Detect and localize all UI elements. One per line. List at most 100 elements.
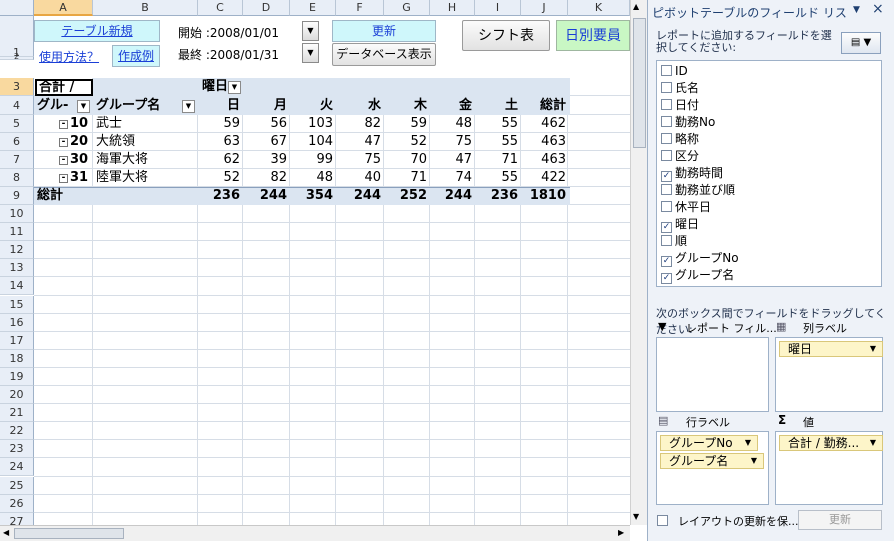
column-header-I[interactable]: I [475, 0, 521, 16]
column-header-J[interactable]: J [521, 0, 568, 16]
column-header-B[interactable]: B [93, 0, 198, 16]
field-item[interactable]: 氏名 [661, 80, 699, 97]
values-area[interactable]: 合計 / 勤務... ▼ [775, 431, 883, 505]
field-item[interactable]: ✓ 勤務時間 [661, 165, 723, 182]
row-header-10[interactable]: 10 [0, 205, 34, 224]
group-no-cell[interactable]: -30 [59, 151, 88, 169]
column-header-F[interactable]: F [336, 0, 384, 16]
row-header-26[interactable]: 26 [0, 494, 34, 513]
column-filter-dropdown[interactable]: ▼ [228, 81, 241, 94]
defer-update-checkbox[interactable] [657, 514, 671, 528]
column-header-D[interactable]: D [243, 0, 290, 16]
scroll-down-icon[interactable]: ▼ [633, 512, 639, 521]
column-labels-area[interactable]: 曜日 ▼ [775, 337, 883, 412]
field-item[interactable]: 勤務並び順 [661, 182, 735, 199]
column-header-H[interactable]: H [430, 0, 475, 16]
column-chip-weekday[interactable]: 曜日 ▼ [779, 341, 883, 357]
pivot-value-header[interactable]: 合計 / [35, 79, 93, 96]
column-header-A[interactable]: A [34, 0, 93, 16]
row-chip-group-name[interactable]: グループ名 ▼ [660, 453, 764, 469]
field-checkbox[interactable] [661, 201, 672, 212]
field-checkbox[interactable] [661, 184, 672, 195]
horizontal-scrollbar[interactable]: ◀ ▶ [0, 525, 630, 541]
scroll-up-icon[interactable]: ▲ [633, 2, 639, 11]
field-checkbox[interactable] [661, 116, 672, 127]
field-checkbox[interactable] [661, 99, 672, 110]
row-header-2[interactable]: 2 [0, 53, 34, 61]
field-item[interactable]: 略称 [661, 131, 699, 148]
row-header-6[interactable]: 6 [0, 133, 34, 151]
row-filter-dropdown-2[interactable]: ▼ [182, 100, 195, 113]
row-labels-area[interactable]: グループNo ▼ グループ名 ▼ [656, 431, 769, 505]
row-header-25[interactable]: 25 [0, 476, 34, 495]
report-filter-area[interactable] [656, 337, 769, 412]
row-header-17[interactable]: 17 [0, 331, 34, 350]
field-item[interactable]: ✓ グループ名 [661, 267, 734, 284]
field-checkbox[interactable]: ✓ [661, 222, 672, 233]
row-header-20[interactable]: 20 [0, 386, 34, 405]
row-header-16[interactable]: 16 [0, 313, 34, 332]
field-checkbox[interactable]: ✓ [661, 273, 672, 284]
scroll-thumb[interactable] [633, 18, 646, 148]
update-button[interactable]: 更新 [332, 20, 436, 42]
example-button[interactable]: 作成例 [112, 45, 160, 67]
end-date-dropdown[interactable]: ▼ [302, 43, 319, 63]
group-no-cell[interactable]: -31 [59, 169, 88, 187]
row-header-15[interactable]: 15 [0, 295, 34, 314]
field-item[interactable]: ✓ グループNo [661, 250, 739, 267]
row-header-18[interactable]: 18 [0, 349, 34, 368]
how-to-link[interactable]: 使用方法？ [39, 48, 99, 65]
column-header-E[interactable]: E [290, 0, 336, 16]
field-checkbox[interactable] [661, 150, 672, 161]
layout-options-button[interactable]: ▤ ▼ [841, 32, 881, 54]
column-header-G[interactable]: G [384, 0, 430, 16]
field-item[interactable]: 日付 [661, 97, 699, 114]
vertical-scrollbar[interactable]: ▲ ▼ [630, 0, 647, 525]
horizontal-scroll-thumb[interactable] [14, 528, 124, 539]
field-checkbox[interactable] [661, 65, 672, 76]
row-header-12[interactable]: 12 [0, 241, 34, 260]
collapse-icon[interactable]: - [59, 174, 68, 183]
shift-table-button[interactable]: シフト表 [462, 20, 550, 51]
collapse-icon[interactable]: - [59, 120, 68, 129]
panel-update-button[interactable]: 更新 [798, 510, 882, 530]
field-item[interactable]: 区分 [661, 148, 699, 165]
row-header-8[interactable]: 8 [0, 169, 34, 187]
row-header-9[interactable]: 9 [0, 187, 34, 205]
row-chip-group-no[interactable]: グループNo ▼ [660, 435, 758, 451]
start-date-dropdown[interactable]: ▼ [302, 21, 319, 41]
daily-staff-button[interactable]: 日別要員 [556, 20, 630, 51]
row-header-23[interactable]: 23 [0, 440, 34, 459]
field-item[interactable]: ID [661, 63, 688, 80]
close-icon[interactable]: × [872, 1, 884, 17]
row-header-24[interactable]: 24 [0, 458, 34, 477]
panel-menu-icon[interactable]: ▼ [853, 5, 860, 15]
row-header-11[interactable]: 11 [0, 223, 34, 242]
field-checkbox[interactable]: ✓ [661, 171, 672, 182]
row-header-7[interactable]: 7 [0, 151, 34, 169]
field-item[interactable]: 順 [661, 233, 687, 250]
database-view-button[interactable]: データベース表示 [332, 43, 436, 66]
row-header-3[interactable]: 3 [0, 78, 34, 96]
collapse-icon[interactable]: - [59, 138, 68, 147]
row-header-21[interactable]: 21 [0, 404, 34, 423]
group-no-cell[interactable]: -20 [59, 133, 88, 151]
spreadsheet[interactable]: ABCDEFGHIJK 1 2 3 4 5 6 7 8 9 10 11 12 13 14 15 16 17 18 1… [0, 0, 630, 541]
field-item[interactable]: 休平日 [661, 199, 711, 216]
field-checkbox[interactable] [661, 82, 672, 93]
row-header-13[interactable]: 13 [0, 259, 34, 278]
value-chip-total[interactable]: 合計 / 勤務... ▼ [779, 435, 883, 451]
field-checkbox[interactable]: ✓ [661, 256, 672, 267]
field-item[interactable]: 勤務No [661, 114, 715, 131]
row-header-4[interactable]: 4 [0, 96, 34, 115]
field-checkbox[interactable] [661, 133, 672, 144]
row-header-5[interactable]: 5 [0, 115, 34, 133]
row-header-19[interactable]: 19 [0, 367, 34, 386]
collapse-icon[interactable]: - [59, 156, 68, 165]
field-item[interactable]: ✓ 曜日 [661, 216, 699, 233]
new-table-button[interactable]: テーブル新規 [34, 20, 160, 42]
scroll-left-icon[interactable]: ◀ [3, 528, 9, 537]
select-all-corner[interactable] [0, 0, 34, 16]
column-header-K[interactable]: K [568, 0, 630, 16]
row-header-14[interactable]: 14 [0, 277, 34, 296]
